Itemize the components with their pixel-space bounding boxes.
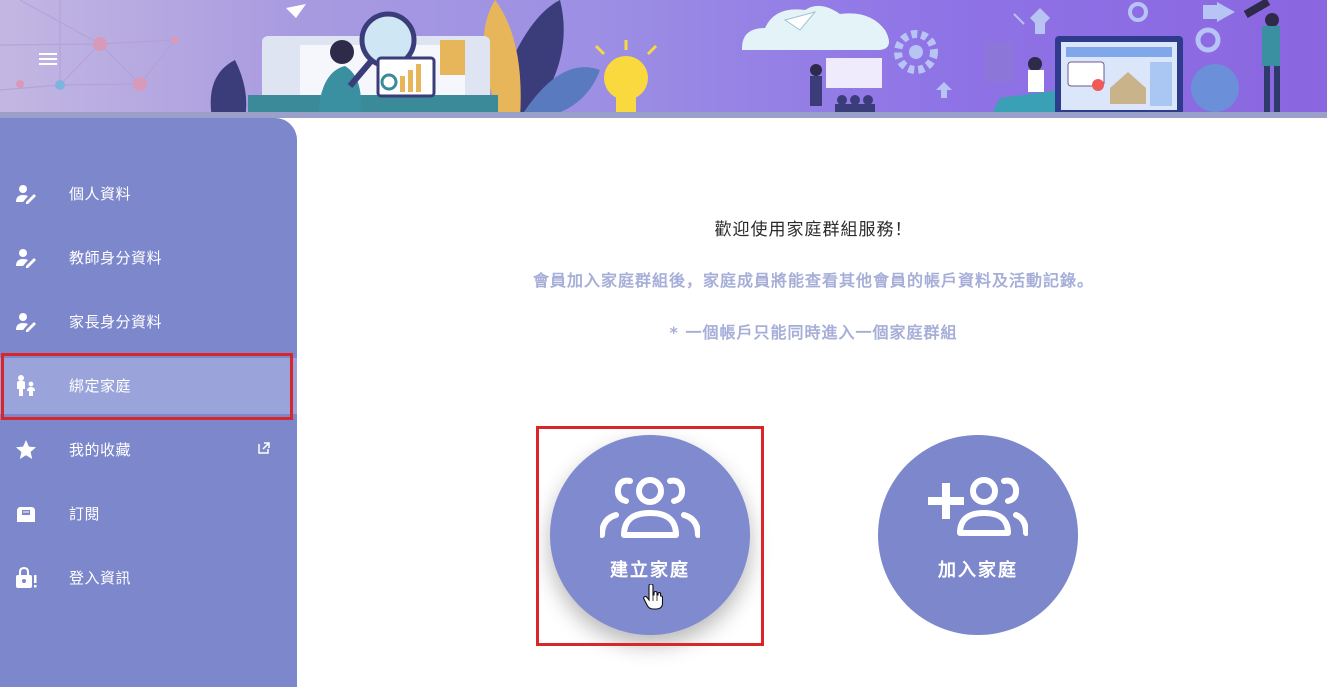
lock-alert-icon xyxy=(16,567,37,588)
sidebar-item-label: 訂閱 xyxy=(69,505,101,523)
sidebar-item-label: 我的收藏 xyxy=(69,441,132,459)
external-link-icon xyxy=(258,442,270,454)
sidebar-item-label: 登入資訊 xyxy=(69,569,132,587)
parent-child-icon xyxy=(17,375,35,396)
sidebar-item-personal-info[interactable]: 個人資料 xyxy=(0,166,297,222)
join-family-button[interactable]: 加入家庭 xyxy=(878,435,1078,635)
star-icon xyxy=(16,440,36,459)
banner-illustration xyxy=(0,0,1280,118)
sidebar-item-label: 綁定家庭 xyxy=(69,377,132,395)
hand-cursor-icon xyxy=(643,584,663,610)
sidebar-item-label: 個人資料 xyxy=(69,185,132,203)
sidebar-item-label: 家長身分資料 xyxy=(69,313,163,331)
welcome-heading: 歡迎使用家庭群組服務！ xyxy=(714,220,913,240)
join-family-label: 加入家庭 xyxy=(938,560,1018,581)
service-description: 會員加入家庭群組後，家庭成員將能查看其他會員的帳戶資料及活動記錄。 xyxy=(532,271,1094,290)
user-edit-icon xyxy=(16,185,36,204)
sidebar-item-label: 教師身分資料 xyxy=(69,249,163,267)
sidebar-item-favorites[interactable]: 我的收藏 xyxy=(0,422,297,478)
sidebar-item-teacher-info[interactable]: 教師身分資料 xyxy=(0,230,297,286)
group-icon xyxy=(600,477,700,538)
sidebar-item-bind-family[interactable]: 綁定家庭 xyxy=(0,358,297,414)
mailbox-icon xyxy=(17,507,35,522)
hamburger-menu-icon[interactable] xyxy=(36,48,60,70)
page: 個人資料 教師身分資料 家長身分資料 綁定家庭 我的收藏 訂閱 登入資訊 歡迎使… xyxy=(0,0,1327,687)
service-note: * 一個帳戶只能同時進入一個家庭群組 xyxy=(669,323,958,342)
header-banner xyxy=(0,0,1327,118)
sidebar: 個人資料 教師身分資料 家長身分資料 綁定家庭 我的收藏 訂閱 登入資訊 xyxy=(0,118,297,687)
sidebar-item-parent-info[interactable]: 家長身分資料 xyxy=(0,294,297,350)
user-edit-icon xyxy=(16,249,36,268)
create-family-label: 建立家庭 xyxy=(610,560,690,581)
sidebar-item-login-info[interactable]: 登入資訊 xyxy=(0,550,297,606)
add-user-icon xyxy=(928,477,1028,536)
sidebar-item-subscriptions[interactable]: 訂閱 xyxy=(0,486,297,542)
user-edit-icon xyxy=(16,313,36,332)
